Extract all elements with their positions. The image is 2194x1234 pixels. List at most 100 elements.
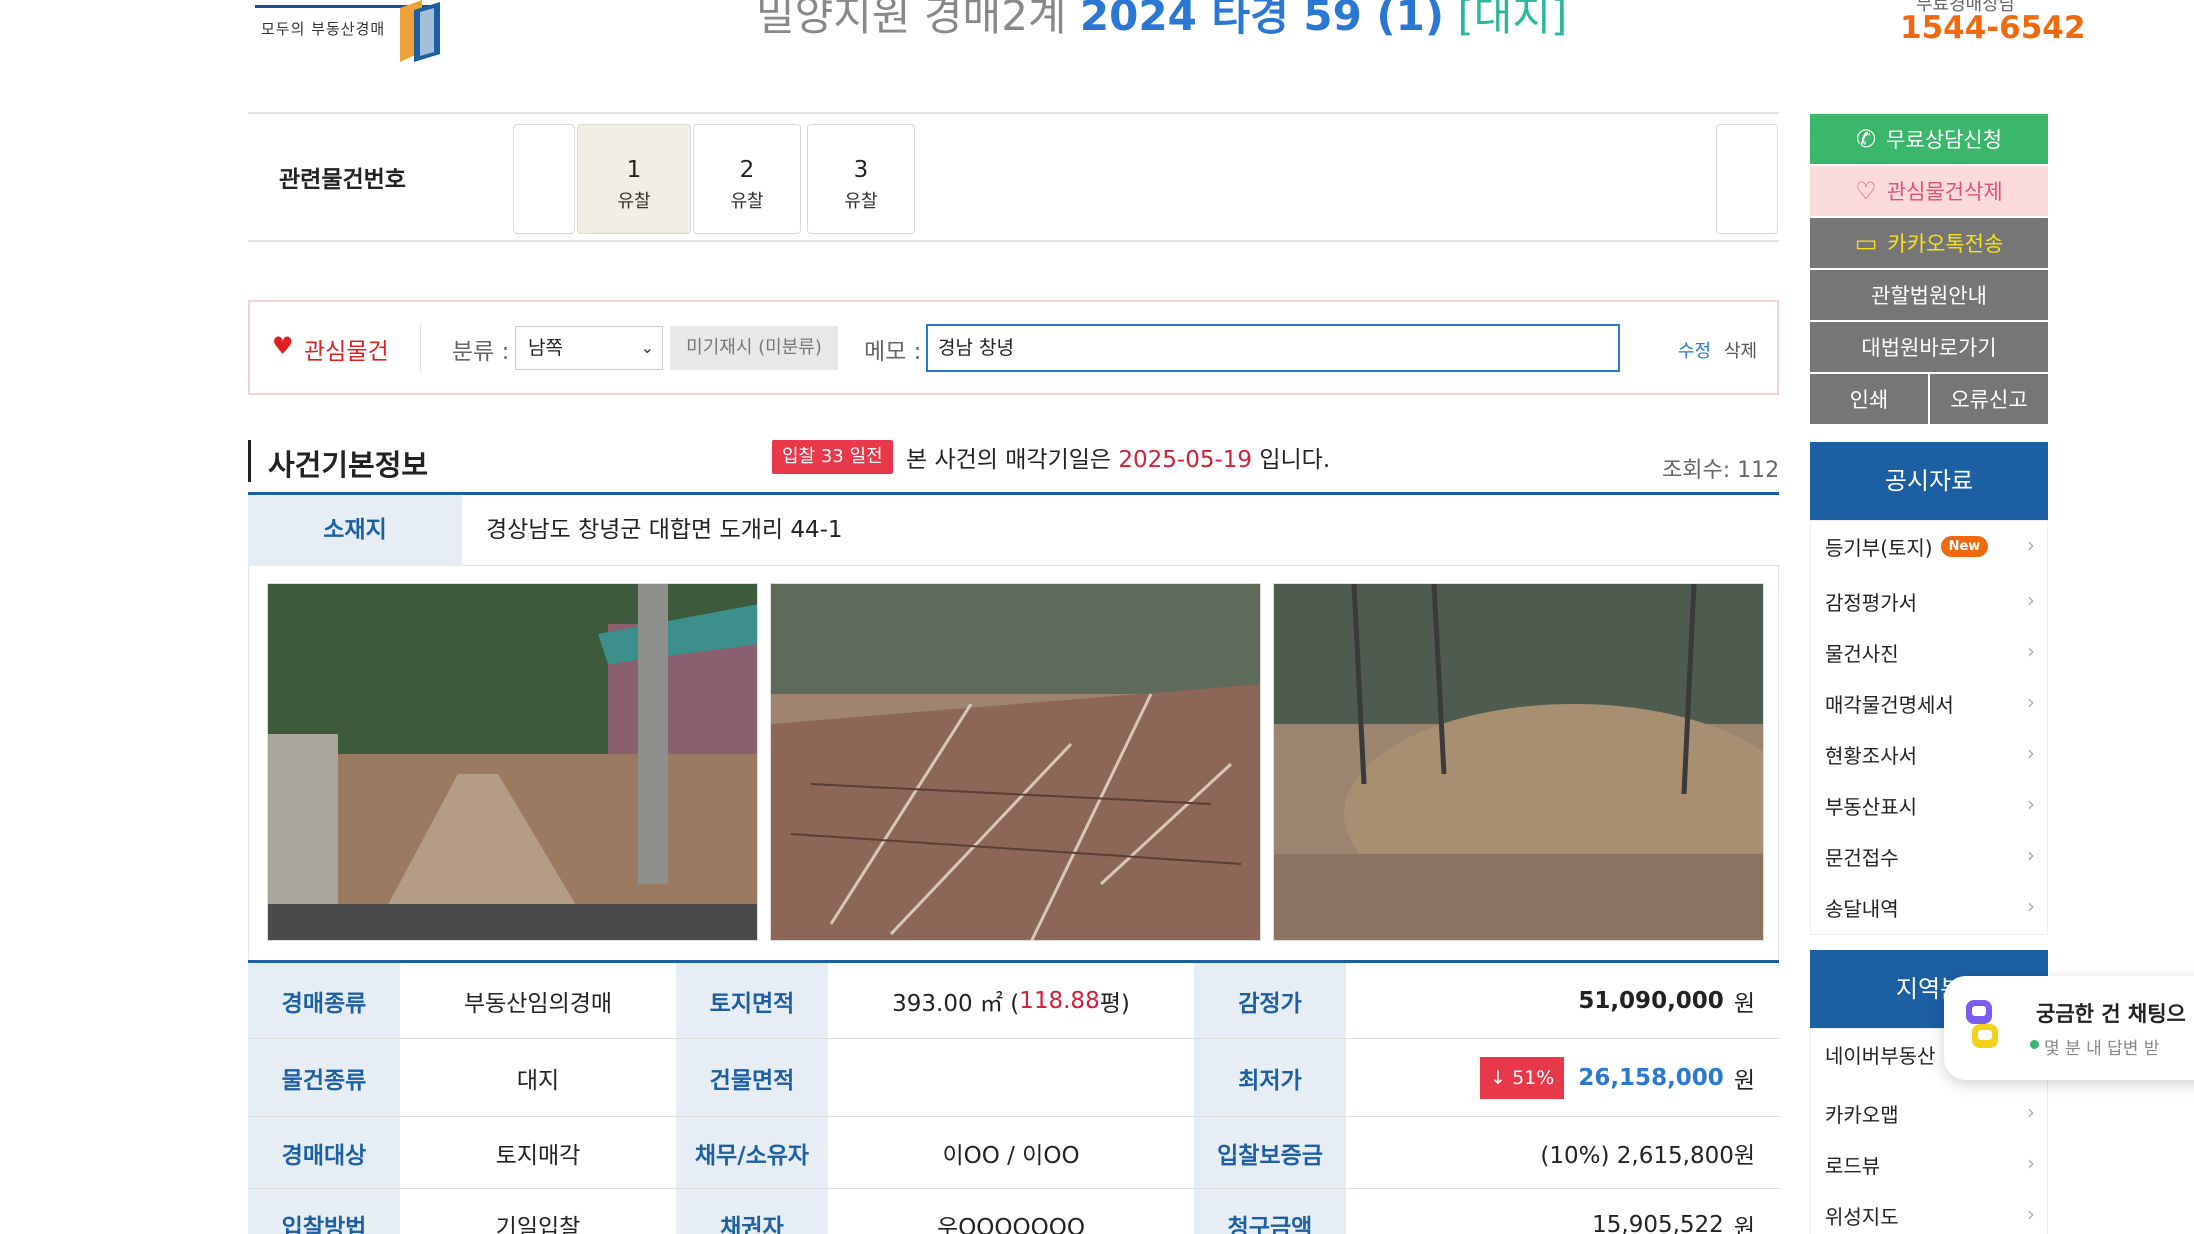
related-next-button[interactable] xyxy=(1716,124,1778,234)
debtor-label: 채무/소유자 xyxy=(676,1117,828,1188)
notice-item-label: 물건사진 xyxy=(1825,642,1899,666)
chat-title: 궁금한 건 채팅으 xyxy=(2036,1002,2186,1026)
related-item-number: 1 xyxy=(626,157,642,183)
notice-item-survey[interactable]: 현황조사서 › xyxy=(1811,729,2049,780)
notice-item-sale-spec[interactable]: 매각물건명세서 › xyxy=(1811,678,2049,729)
notice-item-registry[interactable]: 등기부(토지) New › xyxy=(1811,521,2049,572)
notice-item-photos[interactable]: 물건사진 › xyxy=(1811,627,2049,678)
print-button[interactable]: 인쇄 xyxy=(1810,374,1928,424)
chevron-right-icon: › xyxy=(2027,533,2035,557)
location-value: 경상남도 창녕군 대합면 도개리 44-1 xyxy=(486,517,843,543)
auction-type-value: 부동산임의경매 xyxy=(463,990,613,1017)
section-marker xyxy=(248,440,251,482)
chat-subtitle: 몇 분 내 답변 받 xyxy=(2044,1039,2160,1059)
price-drop-badge: ↓ 51% xyxy=(1480,1056,1565,1099)
bid-method-value: 기일입찰 xyxy=(495,1214,581,1234)
building-area-label: 건물면적 xyxy=(676,1039,828,1116)
notice-item-property-display[interactable]: 부동산표시 › xyxy=(1811,780,2049,831)
won-unit: 원 xyxy=(1733,1067,1755,1094)
notice-item-documents[interactable]: 문건접수 › xyxy=(1811,831,2049,882)
claim-value: 15,905,522 원 xyxy=(1346,1189,1779,1234)
chevron-right-icon: › xyxy=(2027,639,2035,663)
section-title: 사건기본정보 xyxy=(268,448,429,482)
chevron-right-icon: › xyxy=(2027,741,2035,765)
target-value: 토지매각 xyxy=(495,1142,581,1169)
table-row: 물건종류 대지 건물면적 최저가 ↓ 51% 26,158,000 원 xyxy=(248,1039,1779,1117)
chat-widget[interactable]: 궁금한 건 채팅으 몇 분 내 답변 받 xyxy=(1944,976,2194,1080)
memo-delete-link[interactable]: 삭제 xyxy=(1724,337,1757,363)
notice-list: 등기부(토지) New › 감정평가서 › 물건사진 › 매각물건명세서 › 현… xyxy=(1810,520,2048,935)
kakao-send-button[interactable]: ▭ 카카오톡전송 xyxy=(1810,218,2048,268)
chevron-right-icon: › xyxy=(2027,1100,2035,1124)
photo-2-image xyxy=(771,584,1260,940)
court-info-label: 관할법원안내 xyxy=(1871,284,1987,308)
new-badge: New xyxy=(1940,536,1989,557)
notice-item-label: 매각물건명세서 xyxy=(1825,693,1954,717)
consult-button[interactable]: ✆ 무료상담신청 xyxy=(1810,114,2048,164)
logo-tagline: 모두의 부동산경매 xyxy=(261,20,386,38)
related-item-2[interactable]: 2 유찰 xyxy=(693,124,801,234)
property-type-label: 물건종류 xyxy=(248,1039,400,1116)
title-property-type: [대지] xyxy=(1457,0,1568,40)
related-property-bar: 관련물건번호 1 유찰 2 유찰 3 유찰 xyxy=(248,112,1779,242)
property-photo-1[interactable] xyxy=(267,583,758,941)
photo-3-image xyxy=(1274,584,1763,940)
notice-item-delivery[interactable]: 송달내역 › xyxy=(1811,882,2049,933)
target-label: 경매대상 xyxy=(248,1117,400,1188)
related-item-3[interactable]: 3 유찰 xyxy=(807,124,915,234)
land-area-pyeong: 118.88 xyxy=(1019,987,1100,1014)
table-row: 경매대상 토지매각 채무/소유자 이OO / 이OO 입찰보증금 (10%) 2… xyxy=(248,1117,1779,1189)
logo-emblem-icon xyxy=(400,0,440,62)
property-photo-3[interactable] xyxy=(1273,583,1764,941)
supreme-court-button[interactable]: 대법원바로가기 xyxy=(1810,322,2048,372)
heart-outline-icon: ♡ xyxy=(1855,177,1877,205)
favorite-delete-button[interactable]: ♡ 관심물건삭제 xyxy=(1810,166,2048,216)
land-area-label: 토지면적 xyxy=(676,963,828,1038)
category-label: 분류 : xyxy=(452,339,510,365)
favorite-bar: ♥ 관심물건 분류 : 남쪽 ⌄ 미기재시 (미분류) 메모 : 경남 창녕 수… xyxy=(248,300,1779,395)
notice-item-label: 송달내역 xyxy=(1825,897,1899,921)
category-select[interactable]: 남쪽 ⌄ xyxy=(515,326,663,370)
dday-badge: 입찰 33 일전 xyxy=(772,440,893,474)
notice-item-appraisal[interactable]: 감정평가서 › xyxy=(1811,576,2049,627)
property-photo-2[interactable] xyxy=(770,583,1261,941)
memo-input[interactable]: 경남 창녕 xyxy=(926,324,1620,372)
chevron-right-icon: › xyxy=(2027,690,2035,714)
related-item-1[interactable]: 1 유찰 xyxy=(577,124,691,234)
unclassified-input[interactable]: 미기재시 (미분류) xyxy=(670,326,838,370)
related-item-number: 3 xyxy=(853,157,869,183)
region-item-roadview[interactable]: 로드뷰 › xyxy=(1811,1139,2049,1190)
region-item-kakaomap[interactable]: 카카오맵 › xyxy=(1811,1088,2049,1139)
page-title: 밀양지원 경매2계 2024 타경 59 (1) [대지] xyxy=(756,0,1567,43)
chevron-right-icon: › xyxy=(2027,843,2035,867)
details-table: 경매종류 부동산임의경매 토지면적 393.00 ㎡ (118.88 평) 감정가… xyxy=(248,960,1779,1234)
min-price-value: ↓ 51% 26,158,000 원 xyxy=(1346,1039,1779,1116)
site-logo[interactable]: 모두의 부동산경매 xyxy=(255,0,475,66)
notice-item-label: 부동산표시 xyxy=(1825,795,1917,819)
claim-label: 청구금액 xyxy=(1194,1189,1346,1234)
chevron-right-icon: › xyxy=(2027,588,2035,612)
chevron-down-icon: ⌄ xyxy=(640,338,654,357)
hotline-number[interactable]: 1544-6542 xyxy=(1900,10,2085,46)
region-item-label: 로드뷰 xyxy=(1825,1154,1881,1178)
category-select-value: 남쪽 xyxy=(528,337,563,359)
region-item-satellite[interactable]: 위성지도 › xyxy=(1811,1190,2049,1234)
deposit-label: 입찰보증금 xyxy=(1194,1117,1346,1188)
related-item-status: 유찰 xyxy=(730,191,764,212)
won-unit: 원 xyxy=(1733,1214,1755,1234)
memo-edit-link[interactable]: 수정 xyxy=(1678,337,1711,363)
heart-icon[interactable]: ♥ xyxy=(272,332,294,360)
creditor-value: 우OOOOOOO xyxy=(937,1214,1085,1234)
title-case-number: 2024 타경 59 (1) xyxy=(1079,0,1445,40)
favorite-delete-label: 관심물건삭제 xyxy=(1886,180,2003,204)
report-button[interactable]: 오류신고 xyxy=(1930,374,2048,424)
building-area-value xyxy=(828,1039,1194,1116)
court-info-button[interactable]: 관할법원안내 xyxy=(1810,270,2048,320)
favorite-label[interactable]: 관심물건 xyxy=(304,332,389,366)
chevron-right-icon: › xyxy=(2027,1202,2035,1226)
title-court: 밀양지원 경매2계 xyxy=(756,0,1067,40)
print-label: 인쇄 xyxy=(1849,388,1889,412)
notice-header: 공시자료 xyxy=(1810,442,2048,520)
related-prev-button[interactable] xyxy=(513,124,575,234)
view-count: 조회수: 112 xyxy=(1662,458,1780,483)
